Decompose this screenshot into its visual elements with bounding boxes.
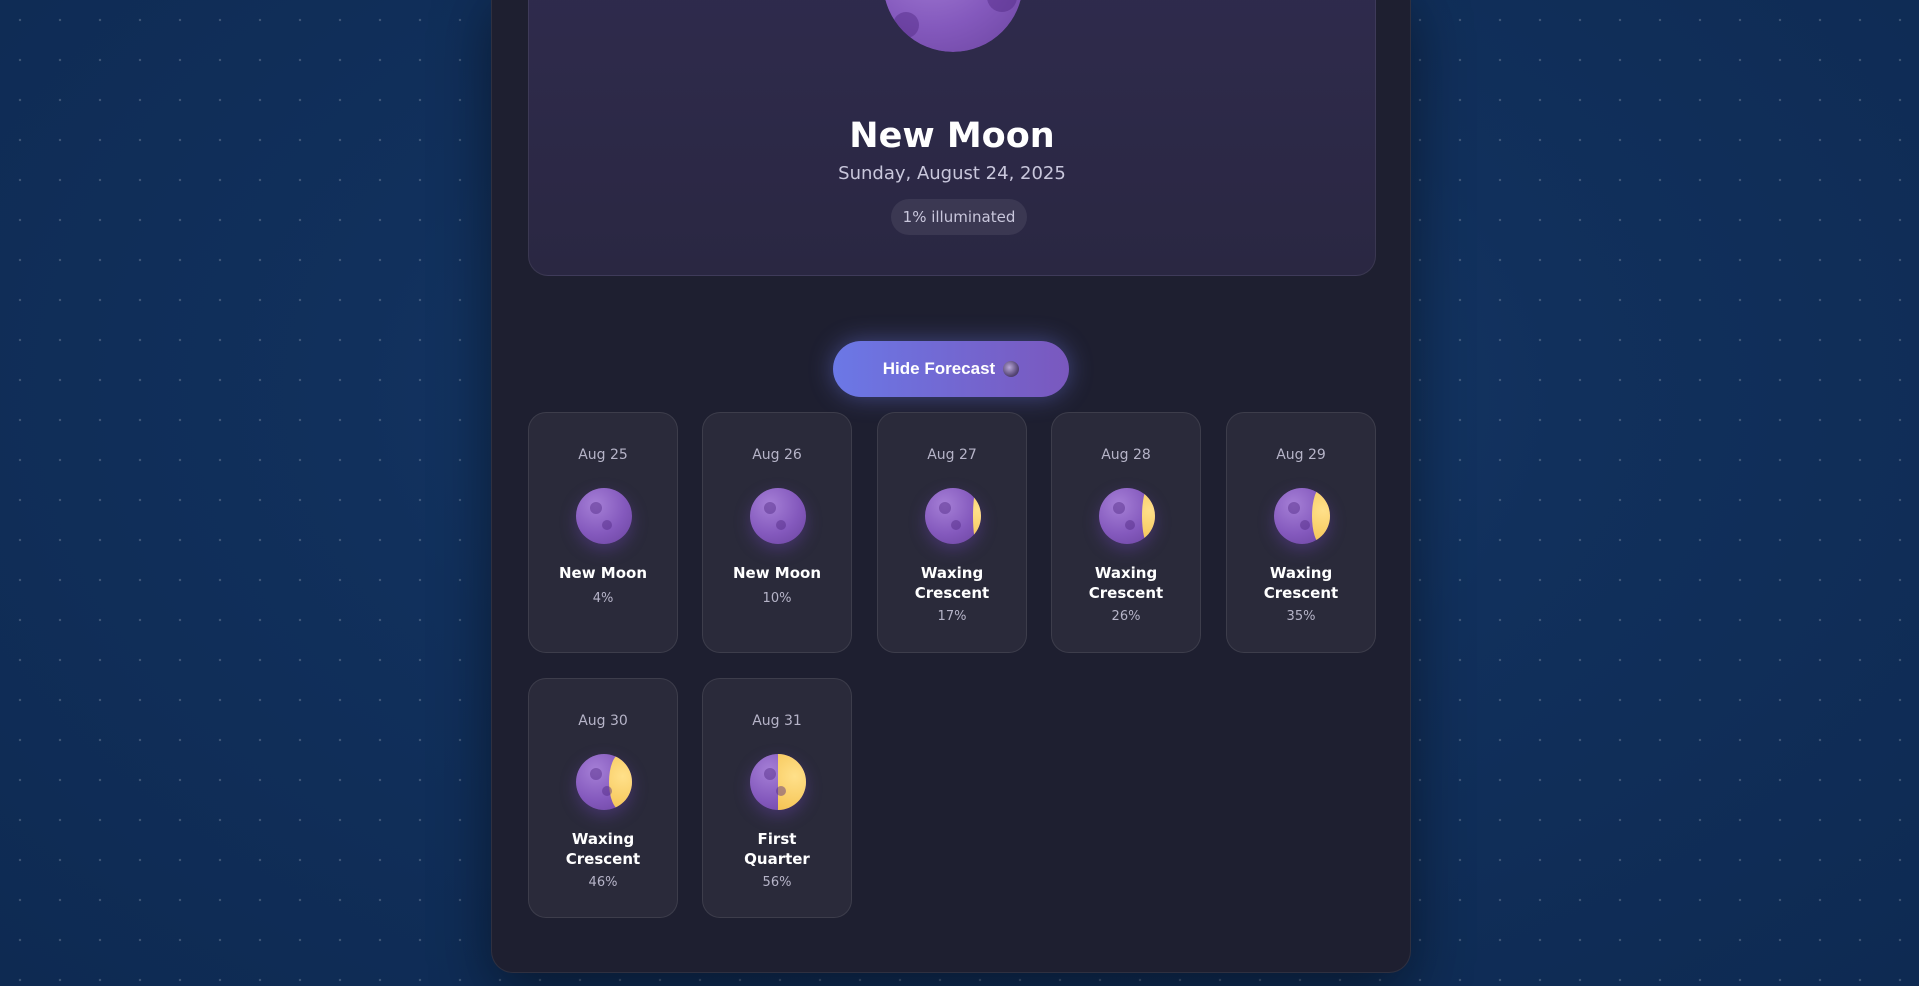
illumination-badge: 1% illuminated — [891, 199, 1027, 235]
forecast-illumination: 17% — [937, 609, 967, 624]
forecast-phase-name: Waxing Crescent — [914, 564, 990, 602]
forecast-date: Aug 26 — [752, 447, 802, 463]
current-moon-icon — [883, 0, 1023, 52]
forecast-illumination: 26% — [1111, 609, 1141, 624]
moon-emoji-icon — [1003, 361, 1020, 377]
forecast-date: Aug 30 — [578, 713, 628, 729]
forecast-illumination: 35% — [1286, 609, 1316, 624]
forecast-card: Aug 26 New Moon 10% — [702, 412, 852, 653]
moon-phase-icon — [750, 488, 806, 544]
current-phase-panel: New Moon Sunday, August 24, 2025 1% illu… — [528, 0, 1376, 276]
current-date: Sunday, August 24, 2025 — [838, 163, 1066, 184]
forecast-date: Aug 29 — [1276, 447, 1326, 463]
forecast-phase-name: New Moon — [558, 564, 648, 582]
forecast-phase-name: First Quarter — [744, 830, 810, 868]
moon-phase-icon — [576, 754, 632, 810]
forecast-phase-name: Waxing Crescent — [1088, 564, 1164, 602]
forecast-card: Aug 29 Waxing Crescent 35% — [1226, 412, 1376, 653]
forecast-date: Aug 31 — [752, 713, 802, 729]
moon-phase-icon — [750, 754, 806, 810]
moon-phase-icon — [1274, 488, 1330, 544]
moon-phase-icon — [1099, 488, 1155, 544]
forecast-card: Aug 30 Waxing Crescent 46% — [528, 678, 678, 918]
forecast-phase-name: New Moon — [732, 564, 822, 582]
hide-forecast-button[interactable]: Hide Forecast — [833, 341, 1069, 397]
forecast-card: Aug 25 New Moon 4% — [528, 412, 678, 653]
forecast-phase-name: Waxing Crescent — [1263, 564, 1339, 602]
current-phase-title: New Moon — [849, 116, 1055, 156]
forecast-illumination: 56% — [762, 875, 792, 890]
forecast-phase-name: Waxing Crescent — [565, 830, 641, 868]
moon-phase-icon — [925, 488, 981, 544]
moon-phase-icon — [576, 488, 632, 544]
forecast-illumination: 10% — [762, 591, 792, 606]
moon-phase-app: New Moon Sunday, August 24, 2025 1% illu… — [491, 0, 1411, 973]
forecast-date: Aug 27 — [927, 447, 977, 463]
forecast-date: Aug 28 — [1101, 447, 1151, 463]
forecast-card: Aug 28 Waxing Crescent 26% — [1051, 412, 1201, 653]
forecast-date: Aug 25 — [578, 447, 628, 463]
forecast-illumination: 4% — [592, 591, 614, 606]
forecast-illumination: 46% — [588, 875, 618, 890]
forecast-card: Aug 27 Waxing Crescent 17% — [877, 412, 1027, 653]
forecast-card: Aug 31 First Quarter 56% — [702, 678, 852, 918]
hide-forecast-label: Hide Forecast — [882, 359, 996, 378]
